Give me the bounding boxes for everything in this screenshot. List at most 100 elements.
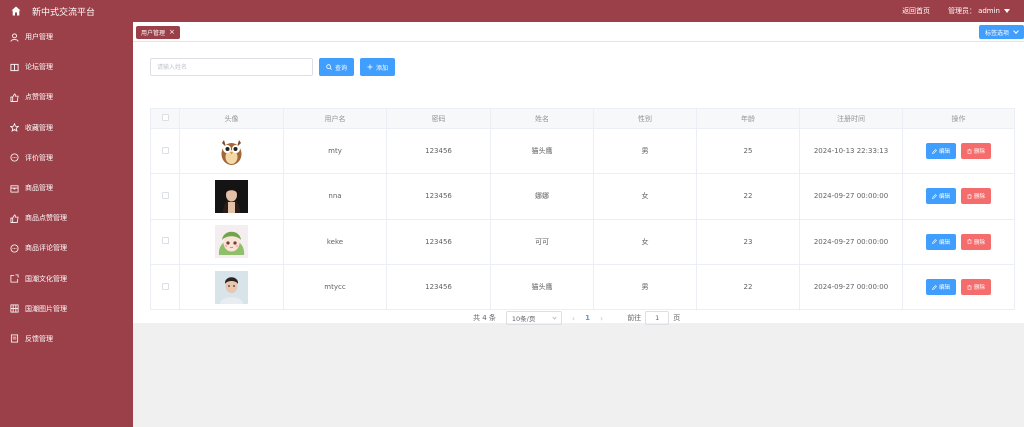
film-icon xyxy=(10,304,19,313)
search-toolbar: 查询 添加 xyxy=(150,58,396,76)
registered-cell: 2024-10-13 22:33:13 xyxy=(799,127,903,175)
goto-page-input[interactable]: 1 xyxy=(645,311,670,325)
delete-button[interactable]: 删除 xyxy=(961,233,992,250)
name-cell: 娜娜 xyxy=(490,173,594,220)
edit-label: 编辑 xyxy=(938,239,950,246)
row-select-cell xyxy=(150,127,180,175)
select-all-checkbox[interactable] xyxy=(161,114,169,121)
edit-label: 编辑 xyxy=(938,285,950,292)
tab-options-button[interactable]: 标签选项 xyxy=(978,25,1024,39)
prev-page-icon[interactable]: ‹ xyxy=(572,314,575,323)
users-table: 头像 用户名 密码 姓名 性别 年龄 注册时间 操作 mty 123456 猫头… xyxy=(150,108,1015,311)
edit-button[interactable]: 编辑 xyxy=(925,279,956,296)
sidebar-item-goods-likes[interactable]: 商品点赞管理 xyxy=(0,203,133,233)
sidebar-item-feedback[interactable]: 反馈管理 xyxy=(0,324,133,354)
sidebar-item-users[interactable]: 用户管理 xyxy=(0,22,133,52)
password-cell: 123456 xyxy=(386,263,491,311)
trash-icon xyxy=(967,148,972,154)
anime-girl-avatar xyxy=(215,225,248,259)
column-header: 注册时间 xyxy=(799,108,903,129)
sidebar-item-forum[interactable]: 论坛管理 xyxy=(0,52,133,82)
delete-button[interactable]: 删除 xyxy=(961,188,992,205)
row-select-cell xyxy=(150,263,180,311)
sidebar-item-label: 反馈管理 xyxy=(25,334,53,343)
sidebar-item-label: 收藏管理 xyxy=(25,123,53,132)
avatar-cell xyxy=(179,263,284,311)
thumbs-up-icon xyxy=(10,214,19,223)
next-page-icon[interactable]: › xyxy=(600,314,603,323)
top-header: 新中式交流平台 返回首页 管理员： admin xyxy=(0,0,1024,22)
page-number[interactable]: 1 xyxy=(585,314,590,322)
trash-icon xyxy=(967,284,972,290)
close-icon[interactable]: × xyxy=(169,29,175,36)
column-header: 密码 xyxy=(386,108,491,129)
search-icon xyxy=(326,64,332,70)
edit-button[interactable]: 编辑 xyxy=(925,188,956,205)
back-home-link[interactable]: 返回首页 xyxy=(902,6,930,16)
delete-label: 删除 xyxy=(974,194,986,201)
edit-label: 编辑 xyxy=(938,149,950,156)
table-row: mty 123456 猫头鹰 男 25 2024-10-13 22:33:13 … xyxy=(150,127,1015,175)
sidebar: 用户管理 论坛管理 点赞管理 收藏管理 评价管理 商品管理 商品点赞管理 商品评… xyxy=(0,22,133,427)
name-cell: 猫头鹰 xyxy=(490,263,594,311)
chevron-down-icon xyxy=(1013,28,1019,34)
sidebar-item-label: 用户管理 xyxy=(25,33,53,42)
sidebar-item-favorites[interactable]: 收藏管理 xyxy=(0,113,133,143)
box-icon xyxy=(10,184,19,193)
search-input[interactable] xyxy=(150,58,313,76)
sidebar-item-culture[interactable]: 国潮文化管理 xyxy=(0,264,133,294)
row-select-cell xyxy=(150,218,180,265)
avatar-cell xyxy=(179,218,284,265)
book-icon xyxy=(10,63,19,71)
tab-users[interactable]: 用户管理 × xyxy=(136,26,180,39)
edit-icon xyxy=(932,239,937,245)
sidebar-item-label: 点赞管理 xyxy=(25,93,53,102)
edit-button[interactable]: 编辑 xyxy=(925,143,956,160)
column-header: 操作 xyxy=(902,108,1015,129)
owl-avatar xyxy=(215,134,248,168)
sidebar-item-label: 评价管理 xyxy=(25,153,53,162)
column-header: 性别 xyxy=(593,108,697,129)
name-cell: 猫头鹰 xyxy=(490,127,594,175)
tab-options-label: 标签选项 xyxy=(984,29,1009,37)
table-row: mtycc 123456 猫头鹰 男 22 2024-09-27 00:00:0… xyxy=(150,263,1015,311)
home-icon[interactable] xyxy=(11,6,21,16)
sidebar-item-label: 论坛管理 xyxy=(25,63,53,72)
plus-icon xyxy=(367,64,373,70)
admin-menu[interactable]: 管理员： admin xyxy=(948,6,1010,16)
sidebar-item-reviews[interactable]: 评价管理 xyxy=(0,143,133,173)
tab-label: 用户管理 xyxy=(141,30,166,37)
admin-name: admin xyxy=(978,7,1000,15)
sidebar-item-label: 商品点赞管理 xyxy=(25,214,67,223)
password-cell: 123456 xyxy=(386,218,491,265)
sidebar-item-goods-comments[interactable]: 商品评论管理 xyxy=(0,233,133,263)
row-checkbox[interactable] xyxy=(161,282,169,290)
sidebar-item-likes[interactable]: 点赞管理 xyxy=(0,82,133,112)
add-button[interactable]: 添加 xyxy=(360,58,396,76)
page-size-select[interactable]: 10条/页 xyxy=(505,311,562,325)
registered-cell: 2024-09-27 00:00:00 xyxy=(799,218,903,265)
portrait-dark-avatar xyxy=(215,179,248,213)
age-cell: 22 xyxy=(696,173,800,220)
age-cell: 23 xyxy=(696,218,800,265)
column-header: 姓名 xyxy=(490,108,594,129)
row-checkbox[interactable] xyxy=(161,191,169,199)
delete-button[interactable]: 删除 xyxy=(961,279,992,296)
column-header: 用户名 xyxy=(283,108,387,129)
sidebar-item-images[interactable]: 国潮图片管理 xyxy=(0,294,133,324)
boy-portrait-avatar xyxy=(215,270,248,304)
username-cell: keke xyxy=(283,218,387,265)
edit-button[interactable]: 编辑 xyxy=(925,233,956,250)
trash-icon xyxy=(967,239,972,245)
main-area: 用户管理 × 标签选项 查询 添加 xyxy=(133,22,1024,427)
avatar-cell xyxy=(179,173,284,220)
sidebar-item-goods[interactable]: 商品管理 xyxy=(0,173,133,203)
goto-prefix: 前往 xyxy=(627,314,642,322)
password-cell: 123456 xyxy=(386,173,491,220)
delete-button[interactable]: 删除 xyxy=(961,143,992,160)
registered-cell: 2024-09-27 00:00:00 xyxy=(799,173,903,220)
goto-suffix: 页 xyxy=(673,314,681,322)
row-checkbox[interactable] xyxy=(161,146,169,154)
row-checkbox[interactable] xyxy=(161,237,169,245)
query-button[interactable]: 查询 xyxy=(319,58,355,76)
